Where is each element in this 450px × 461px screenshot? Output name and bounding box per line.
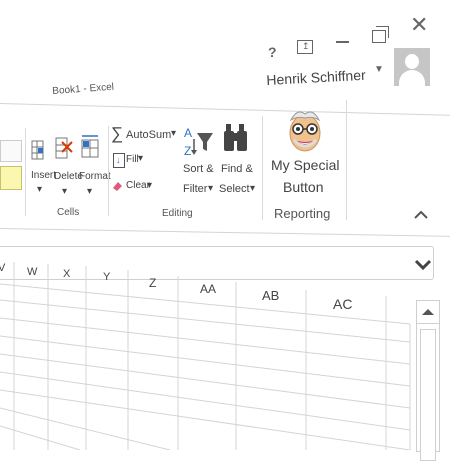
group-separator (108, 126, 109, 216)
ribbon-bottom-border (0, 228, 450, 237)
sort-filter-dropdown-icon[interactable]: ▾ (208, 183, 213, 194)
delete-dropdown-icon[interactable]: ▾ (62, 186, 67, 197)
user-name[interactable]: Henrik Schiffner (266, 67, 366, 88)
ribbon-display-options-icon[interactable]: ↥ (297, 40, 313, 54)
svg-text:Z: Z (184, 144, 191, 158)
close-icon[interactable]: ✕ (410, 12, 428, 38)
restore-icon[interactable] (372, 26, 389, 43)
minimize-icon[interactable] (336, 41, 349, 43)
sort-filter-label-1[interactable]: Sort & (183, 163, 214, 175)
avatar[interactable] (394, 48, 430, 86)
clear-eraser-icon[interactable] (112, 178, 122, 191)
cells-group-label: Cells (57, 207, 80, 218)
collapse-ribbon-icon[interactable] (414, 206, 428, 224)
group-separator (262, 116, 263, 220)
window-title: Book1 - Excel (52, 81, 115, 97)
scroll-thumb[interactable] (420, 329, 436, 461)
fill-icon[interactable]: ↓ (113, 153, 125, 168)
my-special-button[interactable]: Button (283, 179, 323, 195)
svg-text:A: A (184, 126, 192, 140)
sort-filter-button[interactable]: Filter (183, 183, 207, 195)
cell-style-box-yellow[interactable] (0, 166, 22, 190)
find-select-label-1[interactable]: Find & (221, 163, 253, 175)
binoculars-icon[interactable] (224, 121, 252, 153)
delete-cells-icon[interactable] (55, 136, 73, 162)
find-select-button[interactable]: Select (219, 183, 250, 195)
fill-dropdown-icon[interactable]: ▾ (138, 153, 143, 164)
sort-filter-icon[interactable]: AZ (183, 125, 215, 161)
autosum-icon[interactable]: ∑ (111, 124, 123, 144)
my-special-button-label-1[interactable]: My Special (271, 157, 339, 173)
format-dropdown-icon[interactable]: ▾ (87, 186, 92, 197)
worksheet-grid[interactable] (0, 250, 450, 450)
insert-dropdown-icon[interactable]: ▾ (37, 184, 42, 195)
group-separator (25, 128, 26, 216)
reporting-group-label: Reporting (274, 206, 331, 221)
fill-button[interactable]: Fill (126, 154, 139, 165)
format-cells-icon[interactable] (80, 133, 102, 161)
scroll-up-button[interactable] (417, 301, 439, 324)
group-separator (346, 100, 347, 220)
insert-button[interactable]: Insert (31, 170, 56, 181)
user-dropdown-icon[interactable]: ▼ (374, 64, 384, 75)
autosum-dropdown-icon[interactable]: ▾ (171, 128, 176, 139)
autosum-button[interactable]: AutoSum (126, 129, 171, 141)
cell-style-box[interactable] (0, 140, 22, 162)
insert-cells-icon[interactable] (31, 140, 45, 164)
editing-group-label: Editing (162, 208, 193, 219)
find-select-dropdown-icon[interactable]: ▾ (250, 183, 255, 194)
ribbon-top-border (0, 103, 450, 116)
vertical-scrollbar[interactable] (416, 300, 440, 461)
professor-face-icon[interactable] (283, 106, 327, 154)
format-button[interactable]: Format (79, 171, 111, 182)
clear-dropdown-icon[interactable]: ▾ (147, 180, 152, 191)
help-icon[interactable]: ? (268, 44, 277, 60)
